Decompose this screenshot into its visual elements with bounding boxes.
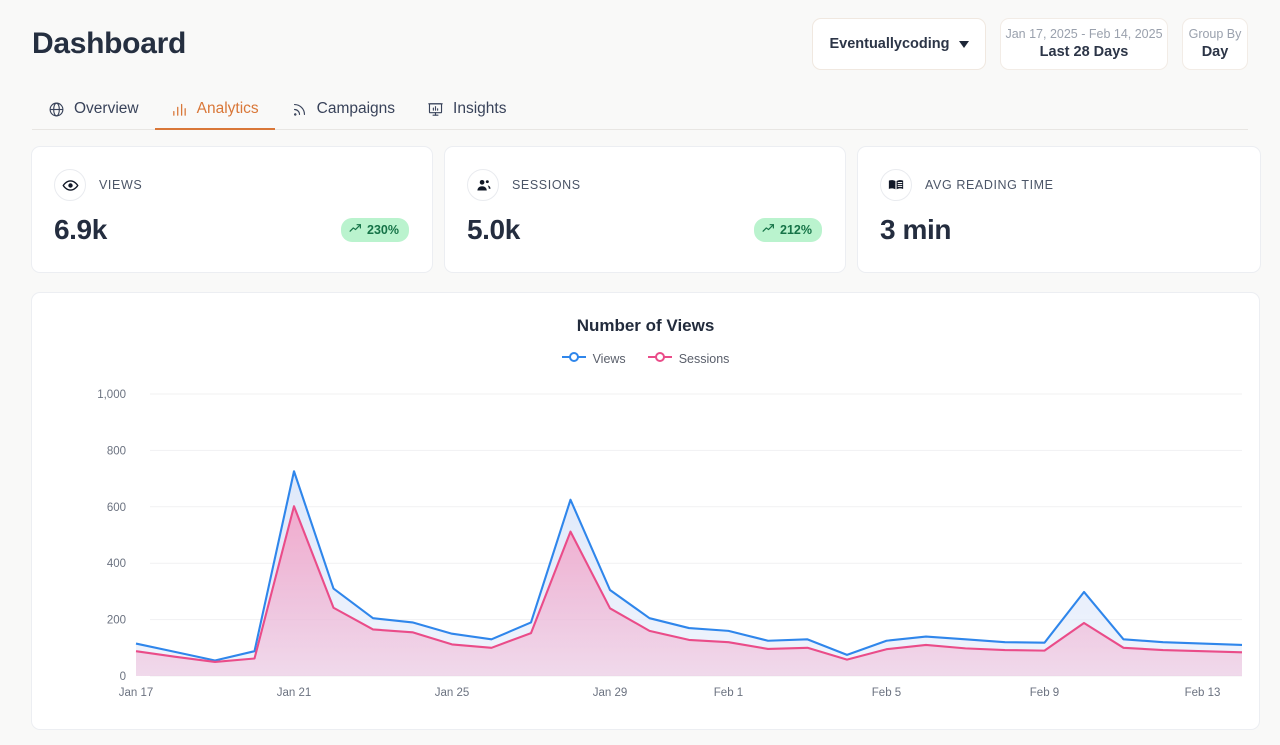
header-controls: Eventuallycoding Jan 17, 2025 - Feb 14, … — [812, 18, 1248, 70]
date-range-preset: Last 28 Days — [1040, 44, 1129, 61]
views-chart-panel: Number of Views Views Ses — [31, 292, 1260, 730]
svg-text:Jan 29: Jan 29 — [593, 687, 628, 699]
dashboard-page: Dashboard Eventuallycoding Jan 17, 2025 … — [0, 0, 1280, 745]
chart-plot-area[interactable]: 0 200 400 600 800 1,000 Jan 17 Jan 21 Jan 25 Jan … — [32, 377, 1261, 717]
status-badge: 212% — [754, 218, 822, 242]
status-badge: 230% — [341, 218, 409, 242]
chart-legend: Views Sessions — [32, 350, 1259, 368]
stat-card-label: SESSIONS — [512, 178, 581, 192]
group-by-label: Group By — [1189, 27, 1242, 41]
stat-card-header: AVG READING TIME — [880, 169, 1238, 201]
date-range-value: Jan 17, 2025 - Feb 14, 2025 — [1005, 27, 1162, 41]
tab-overview[interactable]: Overview — [32, 100, 155, 129]
chart-title: Number of Views — [32, 316, 1259, 336]
globe-icon — [48, 101, 65, 118]
svg-text:800: 800 — [107, 445, 126, 457]
page-title: Dashboard — [32, 29, 186, 59]
stat-card-label: AVG READING TIME — [925, 178, 1054, 192]
group-by-value: Day — [1202, 44, 1229, 61]
stat-card-label: VIEWS — [99, 178, 142, 192]
rss-icon — [291, 101, 308, 118]
svg-text:1,000: 1,000 — [97, 389, 126, 401]
svg-text:Feb 1: Feb 1 — [714, 687, 743, 699]
svg-text:Jan 21: Jan 21 — [277, 687, 312, 699]
book-icon — [880, 169, 912, 201]
tab-analytics[interactable]: Analytics — [155, 100, 275, 129]
stat-card-header: SESSIONS — [467, 169, 823, 201]
status-badge-label: 212% — [780, 223, 812, 237]
stat-card-avg-reading-time: AVG READING TIME 3 min — [857, 146, 1261, 273]
svg-text:600: 600 — [107, 502, 126, 514]
svg-text:Feb 13: Feb 13 — [1185, 687, 1221, 699]
svg-text:0: 0 — [120, 671, 126, 683]
svg-text:Jan 17: Jan 17 — [119, 687, 154, 699]
legend-item-sessions[interactable]: Sessions — [648, 350, 730, 368]
page-header: Dashboard Eventuallycoding Jan 17, 2025 … — [0, 0, 1280, 88]
tab-campaigns[interactable]: Campaigns — [275, 100, 411, 129]
status-badge-label: 230% — [367, 223, 399, 237]
tab-analytics-label: Analytics — [197, 100, 259, 118]
chevron-down-icon — [959, 41, 969, 48]
stat-card-value-row: 5.0k 212% — [467, 214, 823, 246]
date-range-picker[interactable]: Jan 17, 2025 - Feb 14, 2025 Last 28 Days — [1000, 18, 1168, 70]
stat-card-value-row: 3 min — [880, 214, 1238, 246]
stat-card-sessions: SESSIONS 5.0k 212% — [444, 146, 846, 273]
tab-insights[interactable]: Insights — [411, 100, 522, 129]
stat-card-views: VIEWS 6.9k 230% — [31, 146, 433, 273]
stat-card-value: 3 min — [880, 214, 951, 246]
trend-up-icon — [762, 222, 775, 238]
svg-text:Feb 5: Feb 5 — [872, 687, 901, 699]
legend-item-views[interactable]: Views — [562, 350, 626, 368]
legend-marker-sessions-icon — [648, 350, 672, 368]
users-icon — [467, 169, 499, 201]
svg-text:Jan 25: Jan 25 — [435, 687, 470, 699]
tab-insights-label: Insights — [453, 100, 506, 118]
legend-label-sessions: Sessions — [679, 352, 730, 366]
stat-card-header: VIEWS — [54, 169, 410, 201]
stat-card-value: 5.0k — [467, 214, 520, 246]
legend-marker-views-icon — [562, 350, 586, 368]
presentation-chart-icon — [427, 101, 444, 118]
bar-chart-icon — [171, 101, 188, 118]
site-selector-dropdown[interactable]: Eventuallycoding — [812, 18, 986, 70]
tab-bar: Overview Analytics Campai — [32, 88, 1248, 130]
eye-icon — [54, 169, 86, 201]
tab-campaigns-label: Campaigns — [317, 100, 395, 118]
tab-overview-label: Overview — [74, 100, 139, 118]
chart-svg: 0 200 400 600 800 1,000 Jan 17 Jan 21 Jan 25 Jan … — [32, 377, 1261, 717]
stat-card-value: 6.9k — [54, 214, 107, 246]
svg-text:200: 200 — [107, 615, 126, 627]
stat-card-value-row: 6.9k 230% — [54, 214, 410, 246]
stat-cards-row: VIEWS 6.9k 230% — [31, 146, 1261, 273]
svg-text:400: 400 — [107, 558, 126, 570]
group-by-selector[interactable]: Group By Day — [1182, 18, 1248, 70]
trend-up-icon — [349, 222, 362, 238]
legend-label-views: Views — [593, 352, 626, 366]
site-selector-label: Eventuallycoding — [829, 36, 949, 52]
svg-text:Feb 9: Feb 9 — [1030, 687, 1059, 699]
